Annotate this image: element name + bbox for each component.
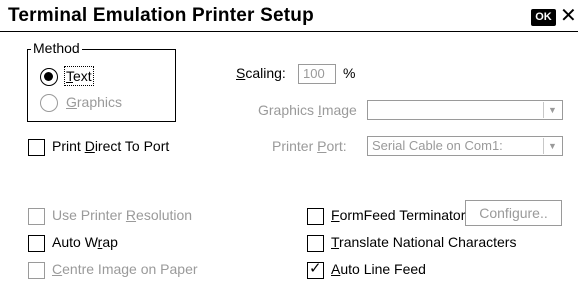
graphics-radio[interactable] xyxy=(40,94,58,112)
print-direct-checkbox[interactable] xyxy=(28,139,45,156)
ok-button[interactable]: OK xyxy=(531,9,556,26)
centre-image-label[interactable]: Centre Image on Paper xyxy=(52,261,198,277)
close-icon[interactable]: ✕ xyxy=(560,4,577,28)
use-printer-resolution-checkbox[interactable] xyxy=(28,208,45,225)
graphics-radio-label[interactable]: Graphics xyxy=(66,94,122,110)
configure-button[interactable]: Configure.. xyxy=(465,200,562,226)
graphics-image-dropdown[interactable]: ▼ xyxy=(367,100,563,120)
method-group-label: Method xyxy=(31,40,82,56)
printer-setup-dialog: Terminal Emulation Printer Setup OK ✕ Me… xyxy=(0,0,578,294)
checkmark-icon: ✓ xyxy=(309,260,322,277)
formfeed-terminator-checkbox[interactable] xyxy=(307,208,324,225)
auto-line-feed-label[interactable]: Auto Line Feed xyxy=(331,261,426,277)
auto-wrap-label[interactable]: Auto Wrap xyxy=(52,234,118,250)
text-radio[interactable] xyxy=(40,68,58,86)
translate-national-checkbox[interactable] xyxy=(307,235,324,252)
scaling-unit: % xyxy=(343,65,356,81)
graphics-image-label: Graphics Image xyxy=(258,102,357,118)
window-title: Terminal Emulation Printer Setup xyxy=(8,5,314,26)
printer-port-value: Serial Cable on Com1: xyxy=(372,138,503,153)
translate-national-label[interactable]: Translate National Characters xyxy=(331,234,516,250)
formfeed-terminator-label[interactable]: FormFeed Terminator xyxy=(331,207,465,223)
auto-line-feed-checkbox[interactable]: ✓ xyxy=(307,260,324,279)
centre-image-checkbox[interactable] xyxy=(28,262,45,279)
scaling-label: Scaling: xyxy=(236,65,286,81)
chevron-down-icon[interactable]: ▼ xyxy=(543,102,561,118)
text-radio-label[interactable]: Text xyxy=(64,66,94,86)
print-direct-label[interactable]: Print Direct To Port xyxy=(52,138,169,154)
auto-wrap-checkbox[interactable] xyxy=(28,235,45,252)
printer-port-dropdown[interactable]: Serial Cable on Com1: ▼ xyxy=(367,136,563,156)
use-printer-resolution-label[interactable]: Use Printer Resolution xyxy=(52,207,192,223)
scaling-input[interactable]: 100 xyxy=(298,64,336,84)
chevron-down-icon[interactable]: ▼ xyxy=(543,138,561,154)
printer-port-label: Printer Port: xyxy=(272,138,347,154)
